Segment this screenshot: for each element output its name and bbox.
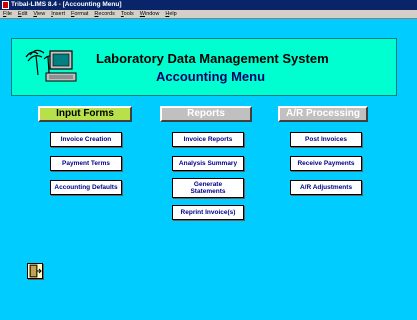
post-invoices-button[interactable]: Post Invoices [290,132,362,147]
input-forms-section: Input Forms [38,106,132,122]
window-title: Tribal-LIMS 8.4 - [Accounting Menu] [11,1,122,8]
analysis-summary-button[interactable]: Analysis Summary [172,156,244,171]
exit-button[interactable] [27,263,43,279]
title-bar: Tribal-LIMS 8.4 - [Accounting Menu] [0,0,417,10]
menu-format[interactable]: Format [68,10,91,19]
menu-help[interactable]: Help [162,10,179,19]
menu-bar: File Edit View Insert Format Records Tools Wind… [0,10,417,19]
menu-view[interactable]: View [30,10,48,19]
menu-edit[interactable]: Edit [15,10,30,19]
generate-statements-button[interactable]: Generate Statements [172,178,244,198]
reports-section: Reports [160,106,252,122]
ar-adjustments-button[interactable]: A/R Adjustments [290,180,362,195]
ar-processing-section: A/R Processing [278,106,368,122]
receive-payments-button[interactable]: Receive Payments [290,156,362,171]
palm-tree-computer-logo [25,49,77,82]
menu-tools[interactable]: Tools [118,10,137,19]
header-panel: Laboratory Data Management System Accoun… [11,38,397,96]
invoice-reports-button[interactable]: Invoice Reports [172,132,244,147]
invoice-creation-button[interactable]: Invoice Creation [50,132,122,147]
menu-file[interactable]: File [0,10,15,19]
payment-terms-button[interactable]: Payment Terms [50,156,122,171]
menu-window[interactable]: Window [137,10,163,19]
reprint-invoices-button[interactable]: Reprint Invoice(s) [172,205,244,220]
app-window: Tribal-LIMS 8.4 - [Accounting Menu] File… [0,0,417,320]
exit-door-icon [29,264,42,278]
accounting-defaults-button[interactable]: Accounting Defaults [50,180,122,195]
menu-records[interactable]: Records [91,10,118,19]
app-icon [2,1,9,9]
system-title: Laboratory Data Management System [96,51,329,66]
page-subtitle: Accounting Menu [156,69,266,84]
menu-insert[interactable]: Insert [48,10,68,19]
